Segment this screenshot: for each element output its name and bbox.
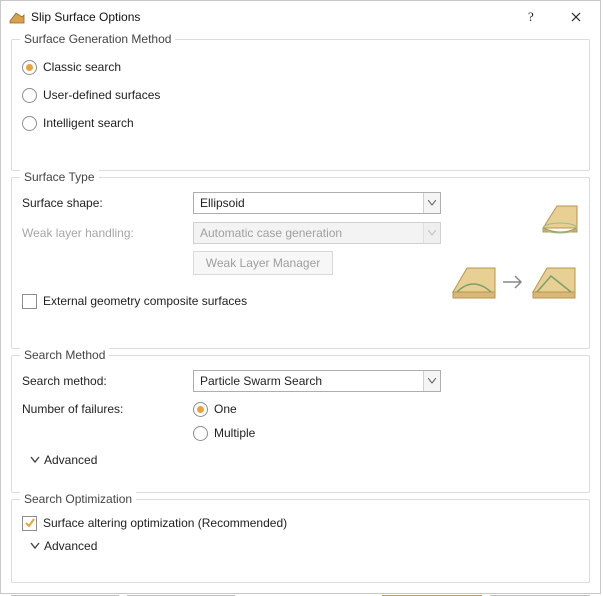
combo-value: Particle Swarm Search bbox=[200, 374, 322, 388]
radio-icon bbox=[193, 426, 208, 441]
dialog-title: Slip Surface Options bbox=[31, 10, 510, 24]
radio-failures-one[interactable]: One bbox=[193, 398, 237, 420]
radio-icon bbox=[22, 60, 37, 75]
group-search-optimization: Search Optimization Surface altering opt… bbox=[11, 499, 590, 583]
group-search-method-legend: Search Method bbox=[20, 348, 109, 362]
expander-label: Advanced bbox=[44, 453, 97, 467]
group-search-method: Search Method Search method: Particle Sw… bbox=[11, 355, 590, 493]
radio-icon bbox=[22, 88, 37, 103]
label-weak-layer-handling: Weak layer handling: bbox=[22, 226, 187, 240]
chevron-down-icon bbox=[30, 455, 40, 465]
label-search-method: Search method: bbox=[22, 374, 187, 388]
radio-icon bbox=[22, 116, 37, 131]
help-button[interactable]: ? bbox=[510, 2, 554, 32]
group-surface-generation-legend: Surface Generation Method bbox=[20, 32, 175, 46]
checkbox-label: Surface altering optimization (Recommend… bbox=[43, 516, 287, 530]
checkbox-label: External geometry composite surfaces bbox=[43, 294, 247, 308]
radio-label: Intelligent search bbox=[43, 116, 134, 130]
chevron-down-icon bbox=[30, 541, 40, 551]
svg-text:?: ? bbox=[528, 10, 534, 24]
radio-label: User-defined surfaces bbox=[43, 88, 160, 102]
label-number-of-failures: Number of failures: bbox=[22, 402, 187, 416]
chevron-down-icon bbox=[423, 193, 440, 213]
group-surface-generation: Surface Generation Method Classic search… bbox=[11, 39, 590, 171]
composite-illustration-icon bbox=[451, 262, 581, 302]
radio-label: Multiple bbox=[214, 426, 255, 440]
expander-search-method-advanced[interactable]: Advanced bbox=[30, 450, 579, 470]
group-search-optimization-legend: Search Optimization bbox=[20, 492, 136, 506]
group-surface-type: Surface Type Surface shape: Ellipsoid We… bbox=[11, 177, 590, 349]
expander-label: Advanced bbox=[44, 539, 97, 553]
close-button[interactable] bbox=[554, 2, 598, 32]
button-weak-layer-manager: Weak Layer Manager bbox=[193, 251, 333, 275]
checkbox-icon bbox=[22, 294, 37, 309]
label-surface-shape: Surface shape: bbox=[22, 196, 187, 210]
radio-label: One bbox=[214, 402, 237, 416]
combo-value: Automatic case generation bbox=[200, 226, 342, 240]
checkbox-surface-altering-optimization[interactable]: Surface altering optimization (Recommend… bbox=[22, 512, 579, 534]
radio-failures-multiple[interactable]: Multiple bbox=[193, 422, 255, 444]
combo-value: Ellipsoid bbox=[200, 196, 245, 210]
radio-user-defined-surfaces[interactable]: User-defined surfaces bbox=[22, 84, 579, 106]
titlebar: Slip Surface Options ? bbox=[1, 1, 600, 33]
ellipsoid-illustration-icon bbox=[541, 202, 581, 236]
dialog-footer: Filters Defaults... OK Cancel bbox=[1, 591, 600, 596]
radio-classic-search[interactable]: Classic search bbox=[22, 56, 579, 78]
combo-surface-shape[interactable]: Ellipsoid bbox=[193, 192, 441, 214]
dialog-body: Surface Generation Method Classic search… bbox=[1, 33, 600, 591]
checkbox-icon bbox=[22, 516, 37, 531]
dialog-window: Slip Surface Options ? Surface Generatio… bbox=[0, 0, 601, 594]
app-icon bbox=[9, 9, 25, 25]
radio-intelligent-search[interactable]: Intelligent search bbox=[22, 112, 579, 134]
group-surface-type-legend: Surface Type bbox=[20, 170, 99, 184]
chevron-down-icon bbox=[423, 371, 440, 391]
combo-search-method[interactable]: Particle Swarm Search bbox=[193, 370, 441, 392]
combo-weak-layer-handling: Automatic case generation bbox=[193, 222, 441, 244]
radio-label: Classic search bbox=[43, 60, 121, 74]
radio-icon bbox=[193, 402, 208, 417]
expander-search-optimization-advanced[interactable]: Advanced bbox=[30, 536, 579, 556]
chevron-down-icon bbox=[423, 223, 440, 243]
